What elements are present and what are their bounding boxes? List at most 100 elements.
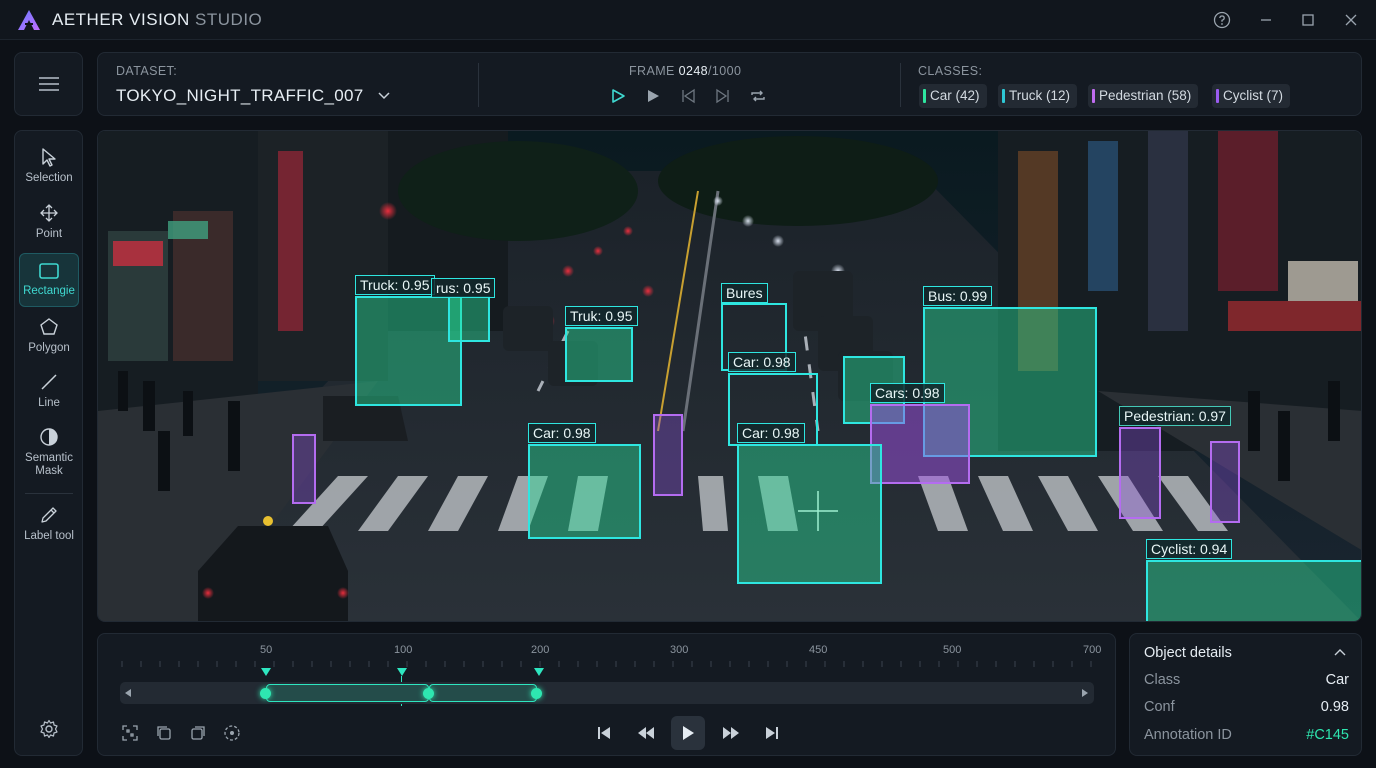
scroll-left-icon[interactable] (124, 688, 132, 698)
header-panel: DATASET: TOKYO_NIGHT_TRAFFIC_007 FRAME 0… (97, 52, 1362, 116)
bbox-label: Cyclist: 0.94 (1146, 539, 1233, 559)
play-highlight-button[interactable] (606, 85, 630, 107)
detail-row-conf: Conf 0.98 (1144, 699, 1349, 715)
detail-row-class: Class Car (1144, 672, 1349, 688)
frame-counter: FRAME 0248/1000 (629, 64, 741, 78)
dataset-select[interactable]: TOKYO_NIGHT_TRAFFIC_007 (116, 86, 391, 106)
app-logo-icon (18, 10, 40, 30)
minimize-icon[interactable] (1253, 8, 1279, 32)
tool-selection[interactable]: Selection (19, 147, 79, 191)
tool-label: Point (35, 228, 63, 240)
annotation-segment[interactable] (429, 684, 537, 702)
image-viewer[interactable]: Truck: 0.95 rus: 0.95 Truk: 0.95 Bures C… (97, 130, 1362, 622)
class-chip-cyclist[interactable]: Cyclist (7) (1212, 84, 1290, 108)
tool-semantic-mask[interactable]: Semantic Mask (19, 427, 79, 483)
half-circle-icon (40, 428, 58, 446)
help-icon[interactable] (1209, 8, 1235, 32)
timeline-play-button[interactable] (671, 716, 705, 750)
duplicate-button[interactable] (186, 721, 210, 745)
class-color-swatch (1092, 89, 1095, 103)
frame-label: FRAME (629, 64, 675, 78)
bbox-label: Bus: 0.99 (923, 286, 993, 306)
tick-label: 450 (809, 644, 828, 656)
classes-label: CLASSES: (918, 64, 983, 78)
copy-icon (157, 726, 171, 740)
annotation-id-link[interactable]: #C145 (1306, 727, 1349, 743)
class-color-swatch (1002, 89, 1005, 103)
play-button[interactable] (641, 85, 665, 107)
segment-handle[interactable] (260, 688, 271, 699)
toolbar-divider (25, 493, 73, 494)
class-chip-truck[interactable]: Truck (12) (998, 84, 1078, 108)
line-icon (41, 374, 57, 390)
detail-value: 0.98 (1320, 699, 1349, 715)
tool-label: Rectangie (23, 285, 75, 297)
bbox-cyclist[interactable] (1146, 560, 1361, 621)
gear-icon (40, 719, 58, 738)
tool-panel: Selection Point Rectangie Polygon Line S… (14, 130, 83, 756)
annotation-segment[interactable] (266, 684, 429, 702)
fast-forward-button[interactable] (719, 721, 743, 745)
menu-button[interactable] (14, 52, 83, 116)
bbox-label: Car: 0.98 (737, 423, 805, 443)
class-chip-pedestrian[interactable]: Pedestrian (58) (1088, 84, 1199, 108)
tool-label: Line (38, 397, 60, 409)
rectangle-icon (39, 263, 59, 279)
prev-frame-button[interactable] (676, 85, 700, 107)
bbox-car-selected[interactable] (737, 444, 882, 584)
bbox-pedestrian-far-right[interactable] (1210, 441, 1240, 523)
class-chip-label: Car (42) (930, 88, 980, 103)
skip-start-icon (598, 727, 610, 739)
loop-button[interactable] (746, 85, 770, 107)
class-chip-car[interactable]: Car (42) (919, 84, 987, 108)
tool-label-tool[interactable]: Label tool (19, 505, 79, 549)
frame-total: /1000 (708, 64, 742, 78)
keyframe-marker[interactable] (534, 668, 544, 676)
bbox-pedestrian-right[interactable] (1119, 427, 1161, 519)
dataset-name: TOKYO_NIGHT_TRAFFIC_007 (116, 86, 364, 105)
scroll-right-icon[interactable] (1081, 688, 1089, 698)
tool-rectangle[interactable]: Rectangie (19, 253, 79, 307)
bbox-label: rus: 0.95 (431, 278, 496, 298)
tool-point[interactable]: Point (19, 203, 79, 247)
settings-button[interactable] (19, 719, 79, 743)
tick-label: 100 (394, 644, 413, 656)
scan-frame-icon (122, 725, 138, 741)
keyframe-marker[interactable] (397, 668, 407, 676)
bbox-car-left[interactable] (528, 444, 641, 539)
chevron-up-icon[interactable] (1334, 648, 1346, 658)
bbox-pedestrian-center[interactable] (653, 414, 683, 496)
fast-forward-icon (723, 727, 739, 739)
tool-label: Semantic Mask (25, 452, 73, 477)
tool-polygon[interactable]: Polygon (19, 317, 79, 361)
class-chip-label: Pedestrian (58) (1099, 88, 1192, 103)
bbox-cars-purple[interactable] (870, 404, 970, 484)
keyframe-marker[interactable] (261, 668, 271, 676)
bbox-pedestrian-left[interactable] (292, 434, 316, 504)
next-frame-button[interactable] (711, 85, 735, 107)
header-divider (900, 63, 901, 107)
app-title-main: AETHER VISION (52, 10, 190, 29)
skip-end-button[interactable] (760, 721, 784, 745)
pencil-icon (41, 507, 57, 523)
object-details-title: Object details (1144, 645, 1232, 661)
rewind-button[interactable] (634, 721, 658, 745)
copy-button[interactable] (152, 721, 176, 745)
object-details-panel: Object details Class Car Conf 0.98 Annot… (1129, 633, 1362, 756)
loop-icon (751, 90, 765, 102)
tick-label: 700 (1083, 644, 1102, 656)
frame-current: 0248 (678, 64, 709, 78)
fit-view-button[interactable] (118, 721, 142, 745)
skip-start-button[interactable] (592, 721, 616, 745)
class-chip-label: Truck (12) (1009, 88, 1071, 103)
timeline-scrubber[interactable] (120, 682, 1094, 704)
bbox-bus-partial[interactable] (448, 296, 490, 342)
bbox-truk[interactable] (565, 327, 633, 382)
close-icon[interactable] (1338, 8, 1364, 32)
maximize-icon[interactable] (1295, 8, 1321, 32)
bbox-truck[interactable] (355, 296, 462, 406)
segment-handle[interactable] (531, 688, 542, 699)
segment-handle[interactable] (423, 688, 434, 699)
tool-line[interactable]: Line (19, 372, 79, 416)
auto-track-button[interactable] (220, 721, 244, 745)
